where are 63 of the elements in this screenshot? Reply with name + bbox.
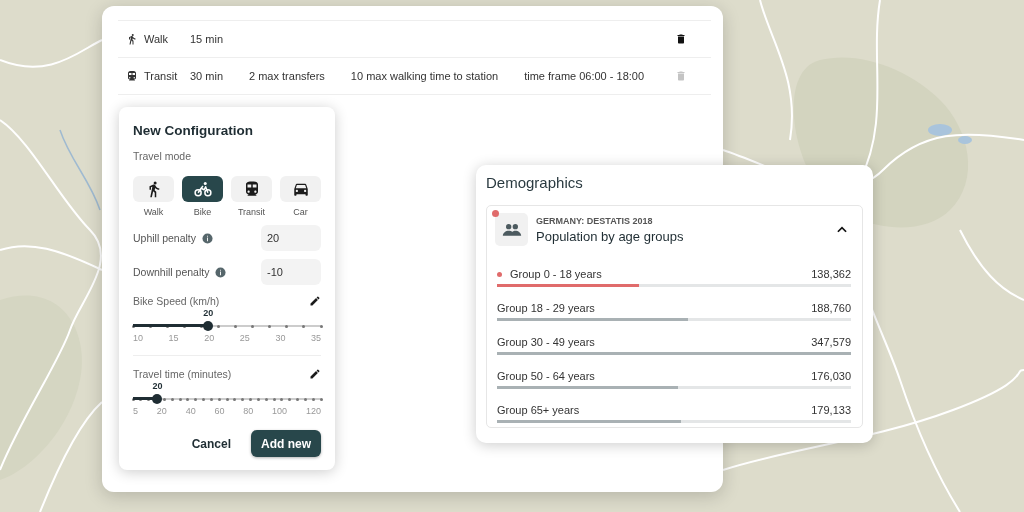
tick-label: 120 [305,406,321,416]
tick-label: 25 [239,333,250,343]
slider-value: 20 [203,308,214,318]
mode-label: Walk [143,207,164,217]
input-field[interactable]: -10 [261,259,321,285]
route-detail: 2 max transfers [249,70,325,82]
slider-label: Travel time (minutes) [133,368,232,380]
cancel-button[interactable]: Cancel [181,430,241,457]
tick-label: 20 [204,333,215,343]
tick-label: 60 [214,406,225,416]
group-label: Group 0 - 18 years [510,268,602,280]
group-value: 347,579 [811,336,851,348]
edit-icon[interactable] [309,295,321,307]
edit-icon[interactable] [309,368,321,380]
dataset-source: GERMANY: DESTATIS 2018 [536,215,654,226]
field-label: Downhill penalty [133,266,210,278]
tick-label: 5 [133,406,138,416]
panel-title: Demographics [486,174,584,191]
route-detail: time frame 06:00 - 18:00 [524,70,645,82]
mode-button[interactable] [182,176,223,202]
add-button[interactable]: Add new [251,430,321,457]
slider-thumb[interactable] [203,321,214,331]
field-label: Uphill penalty [133,232,197,244]
slider-thumb[interactable] [152,394,163,404]
slider-value: 20 [152,381,163,391]
tick-label: 15 [168,333,179,343]
mode-label: Transit [237,207,266,217]
route-detail: 15 min [190,33,224,45]
mode-button[interactable] [133,176,174,202]
route-detail: 30 min [190,70,224,82]
group-value: 176,030 [811,370,851,382]
slider-label: Bike Speed (km/h) [133,295,220,307]
tick-label: 40 [185,406,196,416]
group-label: Group 18 - 29 years [497,302,595,314]
group-label: Group 30 - 49 years [497,336,595,348]
delete-icon[interactable] [675,33,687,45]
tick-label: 30 [275,333,286,343]
group-label: Group 65+ years [497,404,580,416]
section-label: Travel mode [133,150,192,162]
mode-button[interactable] [280,176,321,202]
input-field[interactable]: 20 [261,225,321,251]
mode-label: Bike [193,207,212,217]
route-mode: Walk [144,33,170,45]
tick-label: 100 [272,406,288,416]
mode-button[interactable] [231,176,272,202]
tick-label: 35 [310,333,321,343]
group-label: Group 50 - 64 years [497,370,595,382]
tick-label: 20 [156,406,167,416]
route-detail: 10 max walking time to station [350,70,499,82]
info-icon[interactable] [202,232,214,244]
route-mode: Transit [144,70,179,82]
tick-label: 80 [243,406,254,416]
tick-label: 10 [133,333,143,343]
group-value: 188,760 [811,302,851,314]
tram-icon [126,70,138,82]
card-title: New Configuration [133,123,254,138]
bicycle-icon [193,180,212,198]
dataset-title: Population by age groups [536,228,685,244]
group-value: 138,362 [811,268,851,280]
group-value: 179,133 [811,404,851,416]
walking-person-icon [126,33,138,45]
mode-label: Car [293,207,308,217]
info-icon[interactable] [215,266,227,278]
